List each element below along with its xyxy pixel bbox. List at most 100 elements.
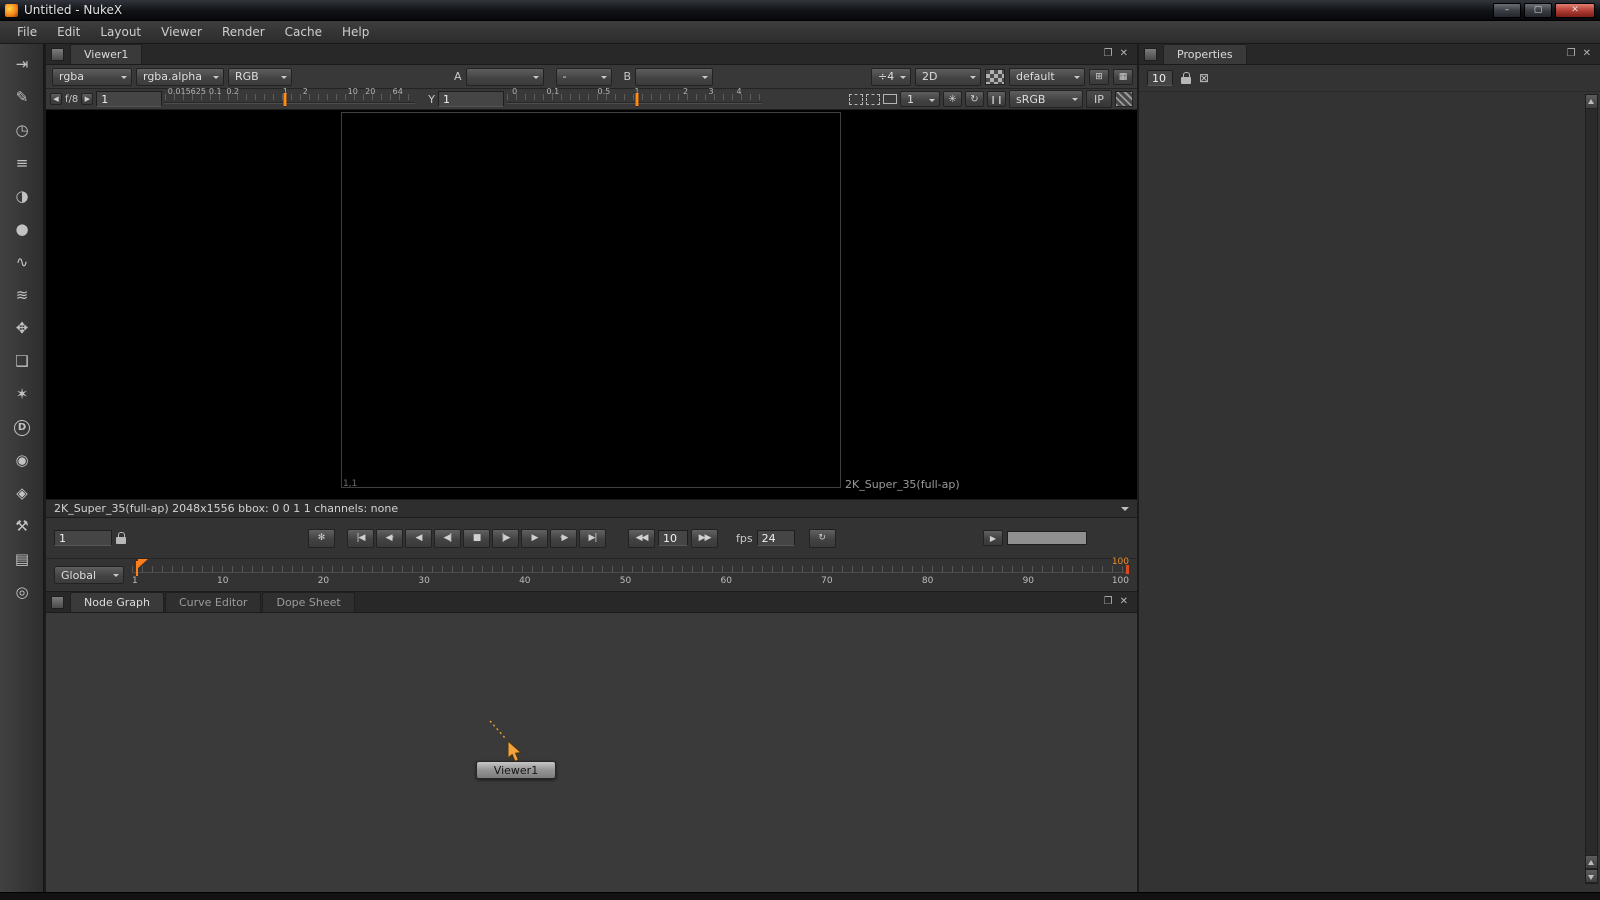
properties-scrollbar[interactable] — [1585, 94, 1598, 884]
display-channels-dropdown[interactable]: RGB — [228, 68, 292, 86]
proxy-mode-button[interactable] — [883, 94, 897, 104]
tab-viewer1[interactable]: Viewer1 — [70, 44, 142, 64]
frame-range-dropdown[interactable]: Global — [54, 566, 124, 584]
toolbar-filter-button[interactable]: ● — [0, 213, 44, 246]
viewer-node[interactable]: Viewer1 — [476, 761, 556, 779]
toolbar-3d-button[interactable]: ❑ — [0, 345, 44, 378]
viewer-process-dropdown[interactable]: default — [1009, 68, 1085, 86]
gain-decrement-button[interactable]: ◀ — [50, 93, 62, 105]
toolbar-time-button[interactable]: ◷ — [0, 114, 44, 147]
node-graph-canvas[interactable]: Viewer1 — [46, 613, 1137, 892]
close-panel-icon[interactable]: ✕ — [1583, 49, 1591, 59]
toolbar-merge-button[interactable]: ≋ — [0, 279, 44, 312]
menu-item-file[interactable]: File — [8, 22, 46, 42]
diagonal-stripes-icon[interactable] — [1115, 91, 1133, 107]
gamma-field[interactable]: 1 — [438, 91, 504, 107]
close-panel-icon[interactable]: ✕ — [1120, 49, 1128, 59]
colorspace-dropdown[interactable]: sRGB — [1009, 90, 1083, 108]
toolbar-keyer-button[interactable]: ∿ — [0, 246, 44, 279]
prev-increment-button[interactable]: ◀◀ — [628, 529, 655, 548]
close-button[interactable]: ✕ — [1555, 3, 1595, 18]
panel-menu-button[interactable] — [51, 48, 64, 61]
playback-mode-button[interactable]: ✻ — [308, 529, 335, 548]
zoom-dropdown[interactable]: ÷4 — [871, 68, 911, 86]
gamma-slider-marker[interactable] — [636, 93, 639, 106]
loop-mode-button[interactable]: ↻ — [809, 529, 836, 548]
menu-item-edit[interactable]: Edit — [48, 22, 89, 42]
tab-dope-sheet[interactable]: Dope Sheet — [262, 592, 354, 612]
fps-field[interactable]: 24 — [757, 530, 795, 546]
float-panel-icon[interactable]: ❐ — [1104, 597, 1113, 607]
scroll-down-icon[interactable] — [1586, 869, 1597, 883]
next-increment-button[interactable]: ▶▶ — [691, 529, 718, 548]
prev-keyframe-button[interactable]: ◀· — [376, 529, 403, 548]
toolbar-metadata-button[interactable]: ◈ — [0, 477, 44, 510]
toolbar-color-button[interactable]: ◑ — [0, 180, 44, 213]
toolbar-particles-button[interactable]: ✶ — [0, 378, 44, 411]
frame-lock-icon[interactable] — [116, 537, 126, 544]
timeline-ruler[interactable]: 1 10 20 30 40 50 60 70 80 90 100 100 — [132, 561, 1129, 589]
toolbar-deep-button[interactable]: D — [0, 411, 44, 444]
toolbar-channel-button[interactable]: ≡ — [0, 147, 44, 180]
viewer-canvas[interactable]: 1,1 2K_Super_35(full-ap) — [46, 110, 1137, 500]
roi-button[interactable] — [849, 94, 863, 105]
downrez-dropdown[interactable]: 1 — [900, 91, 940, 107]
tab-properties[interactable]: Properties — [1163, 44, 1247, 64]
play-forward-button[interactable]: ▶ — [521, 529, 548, 548]
alpha-channel-dropdown[interactable]: rgba.alpha — [136, 68, 224, 86]
float-panel-icon[interactable]: ❐ — [1567, 49, 1576, 59]
input-a-dropdown[interactable] — [466, 68, 544, 86]
timeline-end-marker[interactable] — [1126, 565, 1129, 574]
lock-panels-icon[interactable] — [1181, 77, 1191, 84]
scroll-up-icon[interactable] — [1586, 95, 1597, 109]
input-b-dropdown[interactable] — [635, 68, 713, 86]
overlay-guides-button[interactable]: ▦ — [1113, 69, 1133, 85]
stop-button[interactable]: ■ — [463, 529, 490, 548]
menu-item-layout[interactable]: Layout — [91, 22, 150, 42]
tab-node-graph[interactable]: Node Graph — [70, 592, 164, 612]
view-dimension-dropdown[interactable]: 2D — [915, 68, 981, 86]
scroll-up-icon[interactable] — [1586, 855, 1597, 869]
toolbar-plugins-button[interactable]: ◎ — [0, 576, 44, 609]
status-expand-caret-icon[interactable] — [1121, 507, 1129, 515]
frame-increment-field[interactable]: 10 — [658, 530, 688, 546]
refresh-viewer-button[interactable]: ↻ — [965, 91, 984, 107]
menu-item-viewer[interactable]: Viewer — [152, 22, 211, 42]
goto-start-button[interactable]: |◀ — [347, 529, 374, 548]
max-panels-field[interactable]: 10 — [1147, 70, 1173, 86]
step-forward-button[interactable]: |▶ — [492, 529, 519, 548]
gain-increment-button[interactable]: ▶ — [81, 93, 93, 105]
minimize-button[interactable]: – — [1493, 3, 1521, 18]
maximize-button[interactable]: ▢ — [1524, 3, 1552, 18]
close-panel-icon[interactable]: ✕ — [1120, 597, 1128, 607]
step-back-button[interactable]: ◀| — [434, 529, 461, 548]
goto-end-button[interactable]: ▶| — [579, 529, 606, 548]
toolbar-toolsets-button[interactable]: ⚒ — [0, 510, 44, 543]
panel-menu-button[interactable] — [1144, 48, 1157, 61]
tab-curve-editor[interactable]: Curve Editor — [165, 592, 262, 612]
current-frame-field[interactable]: 1 — [54, 530, 112, 546]
roi-update-button[interactable] — [866, 94, 880, 105]
toolbar-image-button[interactable]: ⇥ — [0, 48, 44, 81]
panel-menu-button[interactable] — [51, 596, 64, 609]
gain-slider[interactable]: 0.015625 0.1 0.2 1 2 10 20 64 — [165, 90, 415, 108]
wipe-mode-dropdown[interactable]: - — [556, 68, 612, 86]
toolbar-other-button[interactable]: ▤ — [0, 543, 44, 576]
menu-item-render[interactable]: Render — [213, 22, 274, 42]
input-process-button[interactable]: IP — [1086, 90, 1112, 108]
play-backward-button[interactable]: ◀ — [405, 529, 432, 548]
playhead-flag-icon[interactable] — [138, 559, 148, 568]
layer-dropdown[interactable]: rgba — [52, 68, 132, 86]
next-keyframe-button[interactable]: ·▶ — [550, 529, 577, 548]
crop-to-format-button[interactable]: ⊞ — [1089, 69, 1109, 85]
gamma-slider[interactable]: 0 0.1 0.5 1 2 3 4 — [507, 90, 762, 108]
toolbar-draw-button[interactable]: ✎ — [0, 81, 44, 114]
float-panel-icon[interactable]: ❐ — [1104, 49, 1113, 59]
menu-item-help[interactable]: Help — [333, 22, 378, 42]
render-settings-button[interactable]: ✳ — [943, 91, 962, 107]
close-all-panels-button[interactable]: ⊠ — [1199, 72, 1209, 84]
checkerboard-background-button[interactable] — [985, 69, 1005, 85]
menu-item-cache[interactable]: Cache — [276, 22, 331, 42]
toolbar-views-button[interactable]: ◉ — [0, 444, 44, 477]
toolbar-transform-button[interactable]: ✥ — [0, 312, 44, 345]
